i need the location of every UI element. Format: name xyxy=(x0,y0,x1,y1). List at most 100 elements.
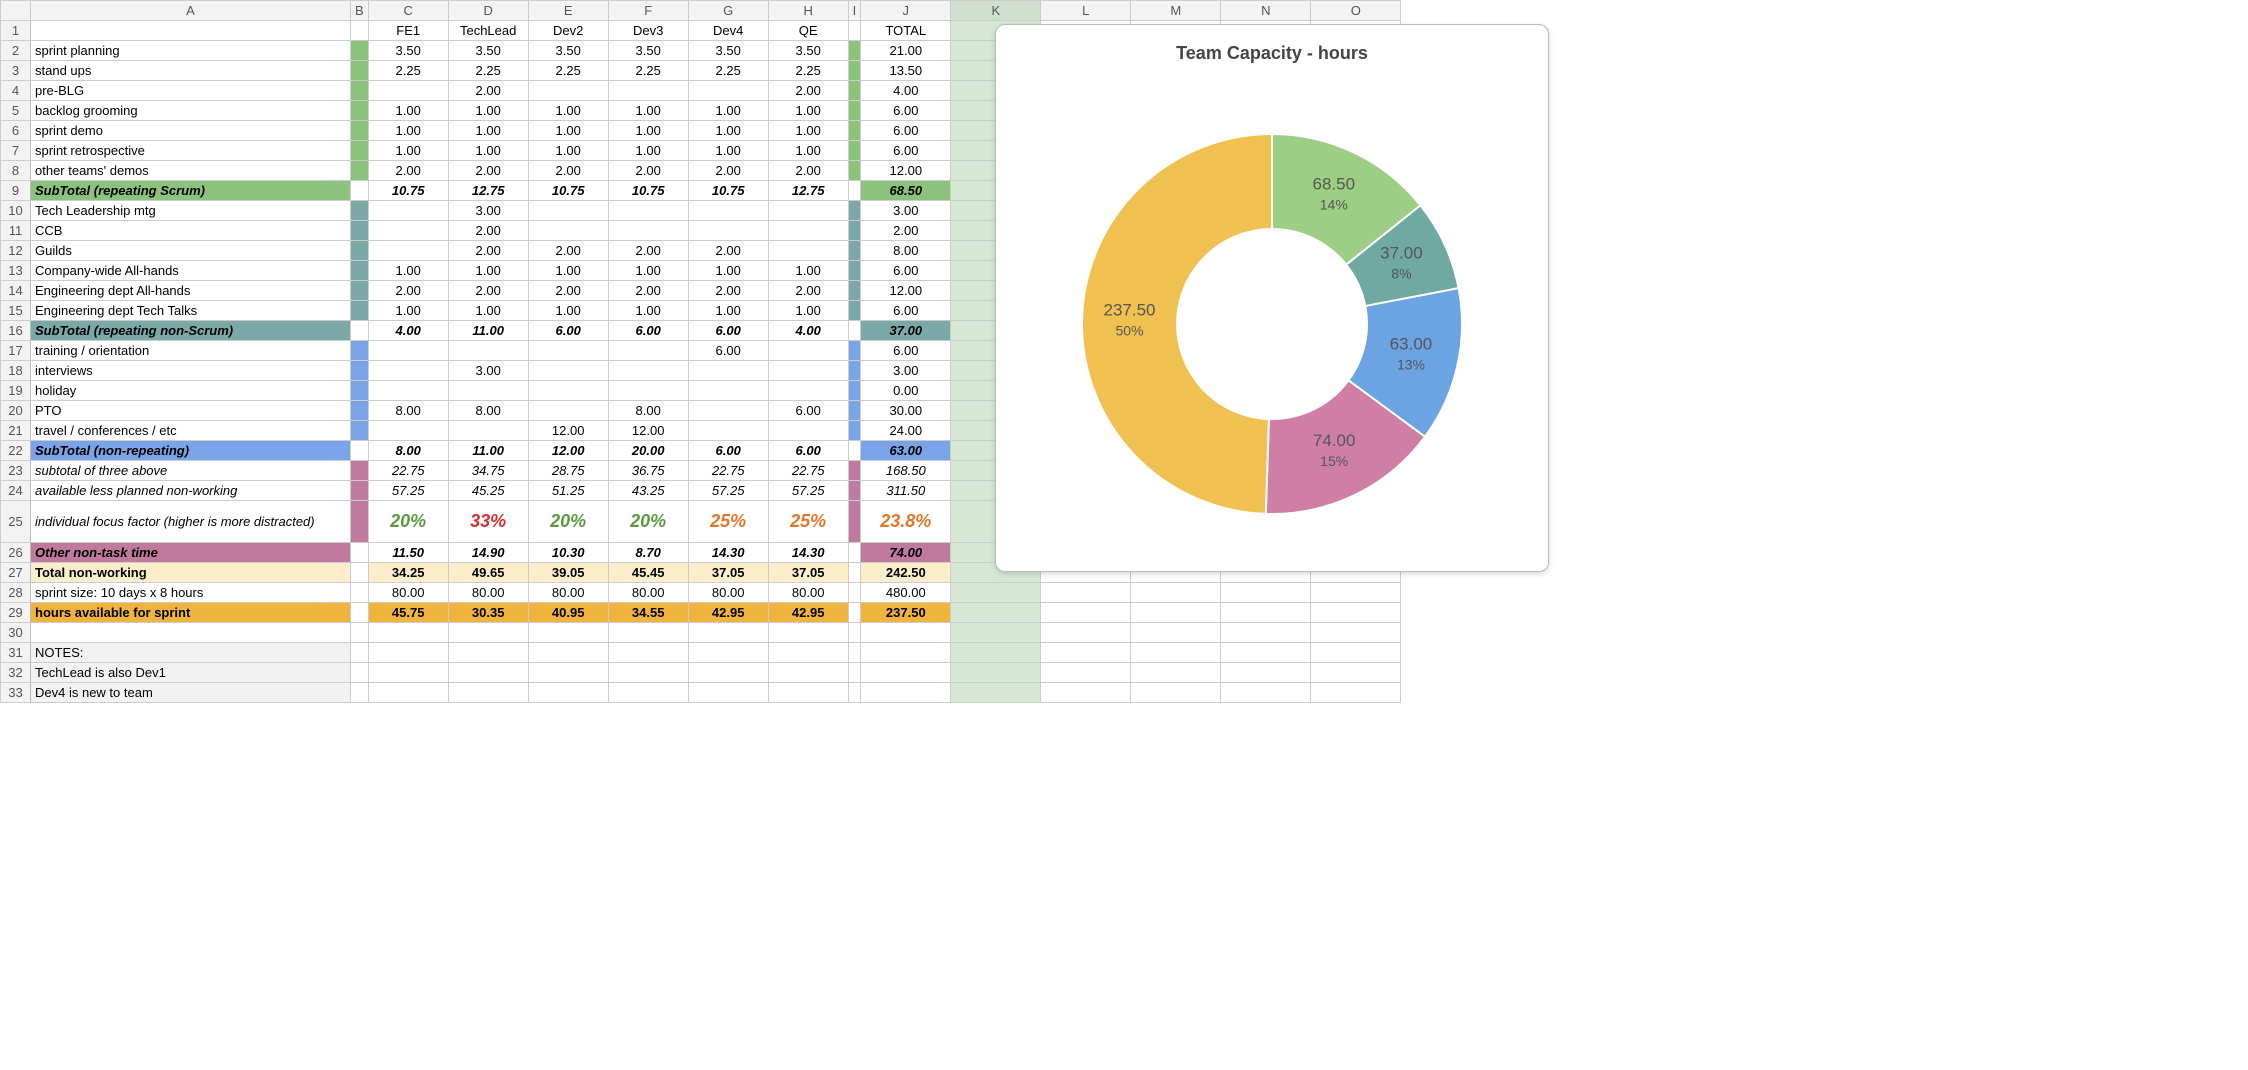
cell-J30[interactable] xyxy=(861,623,951,643)
cell-E20[interactable] xyxy=(528,401,608,421)
cell-F3[interactable]: 2.25 xyxy=(608,61,688,81)
cell-G25[interactable]: 25% xyxy=(688,501,768,543)
cell-H3[interactable]: 2.25 xyxy=(768,61,848,81)
cell-A12[interactable]: Guilds xyxy=(31,241,351,261)
cell-I11[interactable] xyxy=(848,221,861,241)
cell-A15[interactable]: Engineering dept Tech Talks xyxy=(31,301,351,321)
cell-J21[interactable]: 24.00 xyxy=(861,421,951,441)
cell-G14[interactable]: 2.00 xyxy=(688,281,768,301)
cell-D6[interactable]: 1.00 xyxy=(448,121,528,141)
col-header-I[interactable]: I xyxy=(848,1,861,21)
col-header-B[interactable]: B xyxy=(351,1,369,21)
row-header[interactable]: 26 xyxy=(1,543,31,563)
cell-G16[interactable]: 6.00 xyxy=(688,321,768,341)
cell-G17[interactable]: 6.00 xyxy=(688,341,768,361)
cell-C1[interactable]: FE1 xyxy=(368,21,448,41)
cell-A33[interactable]: Dev4 is new to team xyxy=(31,683,351,703)
row-header[interactable]: 21 xyxy=(1,421,31,441)
cell-J26[interactable]: 74.00 xyxy=(861,543,951,563)
cell-D8[interactable]: 2.00 xyxy=(448,161,528,181)
cell-K30[interactable] xyxy=(951,623,1041,643)
cell-B31[interactable] xyxy=(351,643,369,663)
cell-B32[interactable] xyxy=(351,663,369,683)
cell-E10[interactable] xyxy=(528,201,608,221)
cell-A14[interactable]: Engineering dept All-hands xyxy=(31,281,351,301)
cell-G7[interactable]: 1.00 xyxy=(688,141,768,161)
row-header[interactable]: 4 xyxy=(1,81,31,101)
cell-J32[interactable] xyxy=(861,663,951,683)
cell-F21[interactable]: 12.00 xyxy=(608,421,688,441)
corner-cell[interactable] xyxy=(1,1,31,21)
cell-E19[interactable] xyxy=(528,381,608,401)
cell-D20[interactable]: 8.00 xyxy=(448,401,528,421)
cell-I22[interactable] xyxy=(848,441,861,461)
cell-F26[interactable]: 8.70 xyxy=(608,543,688,563)
cell-I9[interactable] xyxy=(848,181,861,201)
cell-J15[interactable]: 6.00 xyxy=(861,301,951,321)
cell-I16[interactable] xyxy=(848,321,861,341)
row-header[interactable]: 5 xyxy=(1,101,31,121)
cell-L31[interactable] xyxy=(1041,643,1131,663)
cell-F2[interactable]: 3.50 xyxy=(608,41,688,61)
cell-F24[interactable]: 43.25 xyxy=(608,481,688,501)
cell-J24[interactable]: 311.50 xyxy=(861,481,951,501)
cell-C25[interactable]: 20% xyxy=(368,501,448,543)
cell-D33[interactable] xyxy=(448,683,528,703)
cell-E8[interactable]: 2.00 xyxy=(528,161,608,181)
cell-O30[interactable] xyxy=(1311,623,1401,643)
cell-J29[interactable]: 237.50 xyxy=(861,603,951,623)
cell-D12[interactable]: 2.00 xyxy=(448,241,528,261)
cell-H24[interactable]: 57.25 xyxy=(768,481,848,501)
cell-I20[interactable] xyxy=(848,401,861,421)
cell-I28[interactable] xyxy=(848,583,861,603)
cell-H8[interactable]: 2.00 xyxy=(768,161,848,181)
cell-F33[interactable] xyxy=(608,683,688,703)
cell-G28[interactable]: 80.00 xyxy=(688,583,768,603)
cell-G3[interactable]: 2.25 xyxy=(688,61,768,81)
cell-H32[interactable] xyxy=(768,663,848,683)
cell-C21[interactable] xyxy=(368,421,448,441)
row-header[interactable]: 6 xyxy=(1,121,31,141)
cell-F19[interactable] xyxy=(608,381,688,401)
cell-D14[interactable]: 2.00 xyxy=(448,281,528,301)
col-header-K[interactable]: K xyxy=(951,1,1041,21)
cell-I33[interactable] xyxy=(848,683,861,703)
col-header-G[interactable]: G xyxy=(688,1,768,21)
cell-H6[interactable]: 1.00 xyxy=(768,121,848,141)
cell-H17[interactable] xyxy=(768,341,848,361)
cell-A21[interactable]: travel / conferences / etc xyxy=(31,421,351,441)
cell-D27[interactable]: 49.65 xyxy=(448,563,528,583)
cell-A7[interactable]: sprint retrospective xyxy=(31,141,351,161)
cell-D7[interactable]: 1.00 xyxy=(448,141,528,161)
cell-M30[interactable] xyxy=(1131,623,1221,643)
cell-B3[interactable] xyxy=(351,61,369,81)
cell-B15[interactable] xyxy=(351,301,369,321)
cell-D21[interactable] xyxy=(448,421,528,441)
cell-E12[interactable]: 2.00 xyxy=(528,241,608,261)
cell-D10[interactable]: 3.00 xyxy=(448,201,528,221)
cell-G32[interactable] xyxy=(688,663,768,683)
cell-J9[interactable]: 68.50 xyxy=(861,181,951,201)
cell-M28[interactable] xyxy=(1131,583,1221,603)
cell-B6[interactable] xyxy=(351,121,369,141)
cell-K28[interactable] xyxy=(951,583,1041,603)
cell-D30[interactable] xyxy=(448,623,528,643)
cell-J23[interactable]: 168.50 xyxy=(861,461,951,481)
cell-D31[interactable] xyxy=(448,643,528,663)
row-header[interactable]: 16 xyxy=(1,321,31,341)
col-header-M[interactable]: M xyxy=(1131,1,1221,21)
cell-F15[interactable]: 1.00 xyxy=(608,301,688,321)
cell-J18[interactable]: 3.00 xyxy=(861,361,951,381)
cell-D19[interactable] xyxy=(448,381,528,401)
cell-C16[interactable]: 4.00 xyxy=(368,321,448,341)
cell-B30[interactable] xyxy=(351,623,369,643)
cell-A18[interactable]: interviews xyxy=(31,361,351,381)
cell-C6[interactable]: 1.00 xyxy=(368,121,448,141)
cell-D28[interactable]: 80.00 xyxy=(448,583,528,603)
cell-E28[interactable]: 80.00 xyxy=(528,583,608,603)
row-header[interactable]: 7 xyxy=(1,141,31,161)
cell-G18[interactable] xyxy=(688,361,768,381)
cell-H18[interactable] xyxy=(768,361,848,381)
cell-G5[interactable]: 1.00 xyxy=(688,101,768,121)
row-33[interactable]: 33Dev4 is new to team xyxy=(1,683,1401,703)
